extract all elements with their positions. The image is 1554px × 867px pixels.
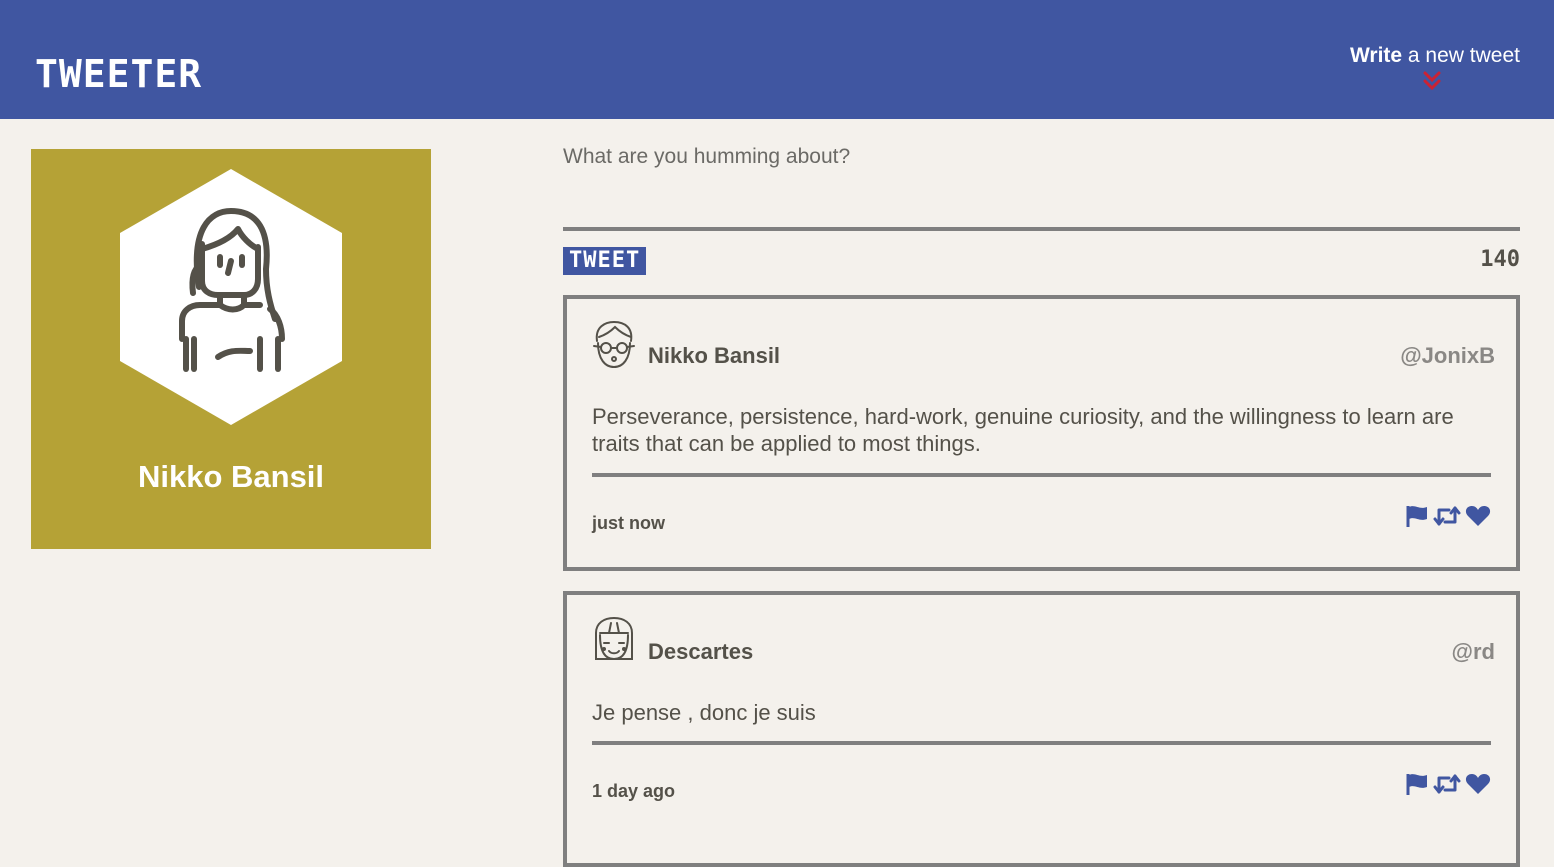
profile-card: Nikko Bansil <box>31 149 431 549</box>
smiling-face-icon <box>595 616 633 661</box>
tweet-timestamp: just now <box>592 513 665 533</box>
tweet-card: Descartes @rd Je pense , donc je suis 1 … <box>563 591 1520 867</box>
tweet-author-handle: @rd <box>1451 639 1495 664</box>
tweet-divider <box>592 741 1491 745</box>
tweet-divider <box>592 473 1491 477</box>
profile-avatar <box>120 169 342 425</box>
tweet-author-handle: @JonixB <box>1400 343 1495 368</box>
brand-logo[interactable]: TWEETER <box>35 52 202 96</box>
compose-label-rest: a new tweet <box>1407 44 1520 67</box>
top-nav: TWEETER Write a new tweet <box>0 0 1554 119</box>
glasses-face-icon <box>593 320 635 369</box>
flag-icon[interactable] <box>1405 504 1429 533</box>
tweet-textarea[interactable] <box>563 143 1520 231</box>
heart-icon[interactable] <box>1465 772 1491 801</box>
write-new-tweet-toggle[interactable]: Write a new tweet <box>1350 44 1520 92</box>
tweet-text: Je pense , donc je suis <box>592 700 816 725</box>
tweet-author-name: Descartes <box>648 639 754 664</box>
heart-icon[interactable] <box>1465 504 1491 533</box>
profile-name: Nikko Bansil <box>137 459 325 494</box>
retweet-icon[interactable] <box>1433 772 1461 801</box>
tweet-timestamp: 1 day ago <box>592 781 676 801</box>
tweet-actions <box>1405 504 1491 533</box>
character-counter: 140 <box>1480 247 1520 272</box>
tweet-author-name: Nikko Bansil <box>648 343 781 368</box>
tweet-submit-button[interactable]: TWEET <box>563 247 647 275</box>
tweet-actions <box>1405 772 1491 801</box>
double-chevron-down-icon <box>1423 71 1441 91</box>
tweet-text: Perseverance, persistence, hard-work, ge… <box>592 404 1454 456</box>
tweet-card: Nikko Bansil @JonixB Perseverance, persi… <box>563 295 1520 571</box>
flag-icon[interactable] <box>1405 772 1429 801</box>
retweet-icon[interactable] <box>1433 504 1461 533</box>
compose-label-strong: Write <box>1349 44 1403 67</box>
